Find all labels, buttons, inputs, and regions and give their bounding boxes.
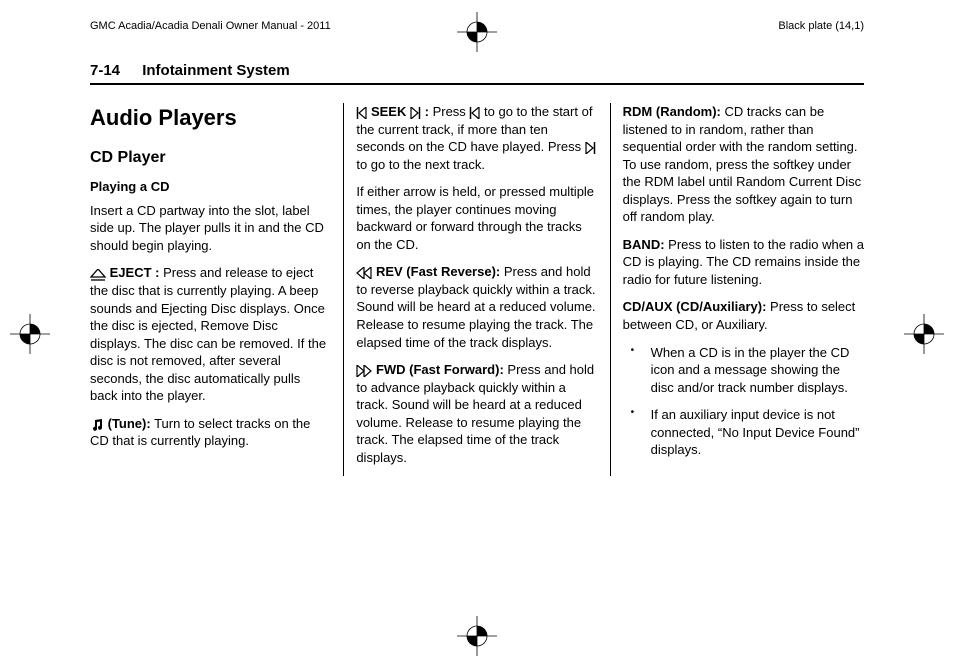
column-2: SEEK : Press to go to the start of the c… — [343, 103, 609, 476]
page-number: 7-14 — [90, 62, 120, 79]
fast-forward-icon — [356, 364, 372, 377]
rev-label: REV (Fast Reverse): — [376, 264, 500, 279]
seek-prev-icon — [356, 106, 367, 119]
list-item: If an auxiliary input device is not conn… — [623, 406, 864, 459]
fast-reverse-icon — [356, 266, 372, 279]
plate-info: Black plate (14,1) — [778, 20, 864, 32]
column-3: RDM (Random): CD tracks can be listened … — [610, 103, 864, 476]
seek-next-icon — [410, 106, 421, 119]
registration-mark-icon — [10, 314, 50, 354]
paragraph: (Tune): Turn to select tracks on the CD … — [90, 415, 331, 450]
paragraph: BAND: Press to listen to the radio when … — [623, 236, 864, 289]
body-text: Press and hold to advance playback quick… — [356, 362, 594, 465]
section-title: Audio Players — [90, 103, 331, 133]
paragraph: Insert a CD partway into the slot, label… — [90, 202, 331, 255]
body-text: Press and release to eject the disc that… — [90, 265, 326, 403]
band-label: BAND: — [623, 237, 665, 252]
paragraph: REV (Fast Reverse): Press and hold to re… — [356, 263, 597, 351]
eject-label: EJECT : — [110, 265, 160, 280]
tune-icon — [90, 418, 104, 431]
subsubsection-title: Playing a CD — [90, 178, 331, 196]
manual-title: GMC Acadia/Acadia Denali Owner Manual - … — [90, 20, 331, 32]
registration-mark-icon — [457, 12, 497, 52]
registration-mark-icon — [457, 616, 497, 656]
paragraph: SEEK : Press to go to the start of the c… — [356, 103, 597, 173]
body-text: Press — [429, 104, 469, 119]
paragraph: RDM (Random): CD tracks can be listened … — [623, 103, 864, 226]
list-item: When a CD is in the player the CD icon a… — [623, 344, 864, 397]
section-name: Infotainment System — [142, 62, 290, 79]
seek-label: SEEK — [371, 104, 406, 119]
subsection-title: CD Player — [90, 147, 331, 169]
rdm-label: RDM (Random): — [623, 104, 721, 119]
paragraph: CD/AUX (CD/Auxiliary): Press to select b… — [623, 298, 864, 333]
bullet-list: When a CD is in the player the CD icon a… — [623, 344, 864, 459]
seek-next-icon — [585, 141, 596, 154]
seek-prev-icon — [469, 106, 480, 119]
tune-label: (Tune): — [108, 416, 151, 431]
registration-mark-icon — [904, 314, 944, 354]
eject-icon — [90, 268, 106, 281]
body-text: to go to the next track. — [356, 157, 485, 172]
page-header: 7-14 Infotainment System — [90, 62, 864, 85]
cdaux-label: CD/AUX (CD/Auxiliary): — [623, 299, 767, 314]
paragraph: FWD (Fast Forward): Press and hold to ad… — [356, 361, 597, 466]
paragraph: EJECT : Press and release to eject the d… — [90, 264, 331, 404]
fwd-label: FWD (Fast Forward): — [376, 362, 504, 377]
column-1: Audio Players CD Player Playing a CD Ins… — [90, 103, 343, 476]
paragraph: If either arrow is held, or pressed mult… — [356, 183, 597, 253]
body-text: CD tracks can be listened to in random, … — [623, 104, 861, 224]
